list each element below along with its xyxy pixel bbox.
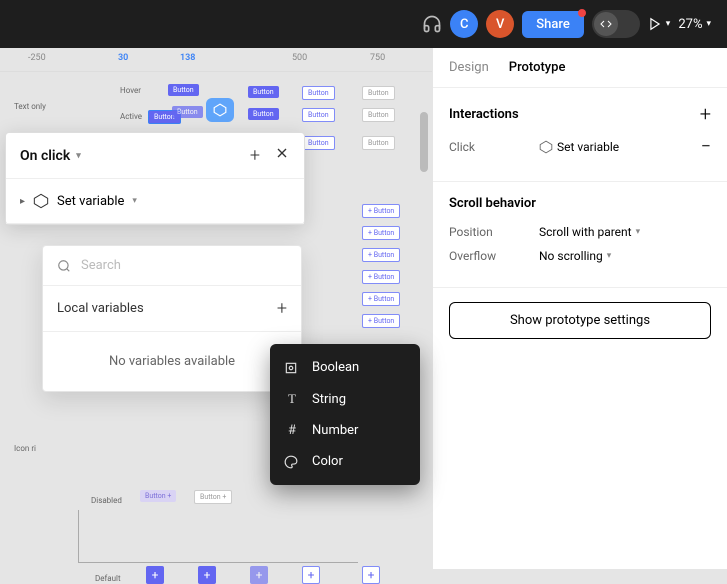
label-icon-right: Icon ri: [14, 444, 36, 453]
variable-picker-popup: Local variables + No variables available: [42, 245, 302, 392]
button-node[interactable]: Button: [248, 108, 279, 120]
share-button[interactable]: Share: [522, 11, 584, 38]
position-dropdown[interactable]: Scroll with parent▾: [539, 225, 640, 239]
selected-interaction-node[interactable]: [206, 98, 234, 122]
menu-item-color[interactable]: Color: [270, 446, 420, 477]
create-variable-button[interactable]: +: [277, 298, 287, 319]
dev-mode-toggle[interactable]: [592, 10, 640, 38]
tab-prototype[interactable]: Prototype: [509, 60, 566, 75]
headphones-icon[interactable]: [422, 14, 442, 34]
button-ghost-node[interactable]: Button: [362, 136, 395, 150]
label-hover: Hover: [120, 86, 141, 95]
top-toolbar: C V Share ▾ 27%▾: [0, 0, 727, 48]
no-variables-message: No variables available: [43, 332, 301, 391]
label-default: Default: [95, 574, 121, 583]
overflow-dropdown[interactable]: No scrolling▾: [539, 249, 611, 263]
label-text-only: Text only: [14, 102, 46, 111]
button-node[interactable]: Button: [248, 86, 279, 98]
menu-item-boolean[interactable]: Boolean: [270, 352, 420, 383]
play-button[interactable]: ▾: [648, 17, 671, 31]
add-action-button[interactable]: +: [250, 145, 260, 166]
search-icon: [57, 259, 71, 273]
overflow-row: Overflow No scrolling▾: [449, 249, 711, 263]
tab-design[interactable]: Design: [449, 60, 489, 75]
button-plus-node[interactable]: + Button: [362, 204, 400, 218]
button-ghost-node[interactable]: Button: [362, 108, 395, 122]
hexagon-icon: [539, 140, 553, 154]
button-node[interactable]: Button: [172, 106, 203, 118]
button-ghost-node[interactable]: Button: [362, 86, 395, 100]
inspector-panel: Design Prototype Interactions + Click Se…: [432, 48, 727, 569]
guide-line: [78, 562, 358, 563]
button-outline-node[interactable]: Button: [302, 136, 335, 150]
close-popup-button[interactable]: [274, 145, 290, 166]
interaction-row[interactable]: Click Set variable −: [449, 136, 711, 157]
button-plus-node[interactable]: + Button: [362, 270, 400, 284]
scroll-behavior-section: Scroll behavior Position Scroll with par…: [433, 182, 727, 288]
menu-item-string[interactable]: T String: [270, 383, 420, 415]
hexagon-icon: [33, 193, 49, 209]
show-prototype-settings-button[interactable]: Show prototype settings: [449, 302, 711, 339]
button-plus-node[interactable]: + Button: [362, 292, 400, 306]
remove-interaction-button[interactable]: −: [701, 136, 711, 157]
button-outline-node[interactable]: Button: [302, 86, 335, 100]
code-icon: [594, 12, 618, 36]
canvas-scrollbar[interactable]: [420, 112, 428, 172]
color-icon: [284, 455, 300, 469]
button-plus-node[interactable]: + Button: [362, 226, 400, 240]
avatar-v[interactable]: V: [486, 10, 514, 38]
interactions-title: Interactions: [449, 107, 519, 122]
button-disabled-node[interactable]: Button +: [140, 490, 176, 502]
action-row[interactable]: ▸ Set variable ▾: [6, 179, 304, 224]
interaction-details-popup: On click▾ + ▸ Set variable ▾: [5, 132, 305, 225]
variable-search-input[interactable]: [81, 258, 287, 273]
interactions-section: Interactions + Click Set variable −: [433, 88, 727, 182]
position-row: Position Scroll with parent▾: [449, 225, 711, 239]
label-active: Active: [120, 112, 142, 121]
button-node[interactable]: Button: [168, 84, 199, 96]
popup-title[interactable]: On click▾: [20, 148, 81, 164]
notification-dot: [578, 9, 586, 17]
button-plus-node[interactable]: + Button: [362, 314, 400, 328]
guide-line: [78, 510, 79, 562]
number-icon: #: [284, 423, 300, 438]
button-plus-node[interactable]: + Button: [362, 248, 400, 262]
chevron-right-icon: ▸: [20, 196, 25, 207]
local-variables-label: Local variables: [57, 301, 144, 316]
horizontal-ruler: -250 30 138 500 750: [0, 48, 432, 72]
menu-item-number[interactable]: # Number: [270, 415, 420, 446]
variable-type-menu: Boolean T String # Number Color: [270, 344, 420, 485]
zoom-dropdown[interactable]: 27%▾: [678, 17, 711, 32]
boolean-icon: [284, 361, 300, 375]
scroll-behavior-title: Scroll behavior: [449, 196, 536, 211]
button-outline-node[interactable]: Button: [302, 108, 335, 122]
label-disabled: Disabled: [91, 496, 122, 505]
panel-tabs: Design Prototype: [433, 48, 727, 88]
button-ghost-node[interactable]: Button +: [194, 490, 232, 504]
string-icon: T: [284, 391, 300, 407]
avatar-c[interactable]: C: [450, 10, 478, 38]
add-interaction-button[interactable]: +: [700, 102, 711, 126]
